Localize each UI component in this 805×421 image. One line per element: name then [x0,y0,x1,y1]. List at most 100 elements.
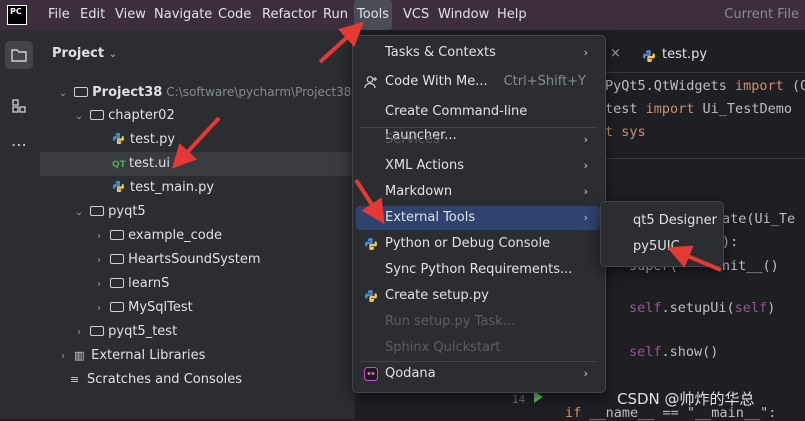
tree-row-test-py[interactable]: test.py [40,128,355,152]
code-token: self [629,344,662,360]
menu-run[interactable]: Run [323,0,348,30]
structure-icon[interactable] [5,92,33,120]
project-tree: ⌄ Project38 C:\software\pycharm\Project38… [40,80,355,392]
code-token: self [734,300,768,316]
menu-item-label: Python or Debug Console [385,236,551,251]
tree-label: learnS [128,276,170,291]
code-line: ): [722,234,739,250]
tree-row-mysqltest[interactable]: › MySqlTest [40,296,355,320]
tree-row-chapter02[interactable]: ⌄ chapter02 [40,104,355,128]
tree-path: C:\software\pycharm\Project38 [166,85,352,99]
folder-icon [74,87,89,97]
folder-icon [110,302,125,312]
menu-file[interactable]: File [48,0,70,30]
pycharm-logo-icon[interactable]: PC [7,5,27,25]
folder-icon [110,230,125,240]
chevron-right-icon: › [583,46,588,59]
menu-item-external-tools[interactable]: External Tools › [356,206,600,230]
python-file-icon [112,180,125,193]
qt-file-icon: QT [112,160,126,170]
menu-item-sync-requirements[interactable]: Sync Python Requirements... [356,258,600,282]
chevron-right-icon: › [97,231,101,242]
code-token: (Q [791,78,805,94]
menu-code[interactable]: Code [218,0,251,30]
submenu-item-label: qt5 Designer [633,213,717,228]
tree-label: test_main.py [130,180,215,195]
line-number: 14 [512,393,526,406]
code-line: self.setupUi(self) [629,300,775,316]
tree-row-pyqt5-test[interactable]: › pyqt5_test [40,320,355,344]
chevron-down-icon: ⌄ [58,88,68,99]
menu-item-markdown[interactable]: Markdown › [356,180,600,204]
menu-item-label: XML Actions [385,158,464,173]
menu-view[interactable]: View [115,0,146,30]
qodana-icon [364,367,378,381]
menu-item-shortcut: Ctrl+Shift+Y [503,74,586,89]
menu-help[interactable]: Help [497,0,527,30]
folder-icon[interactable] [5,41,33,69]
more-icon[interactable]: ⋯ [5,131,33,159]
close-tab-icon[interactable]: × [610,46,621,61]
menu-item-run-setup: Run setup.py Task... [356,310,600,334]
submenu-item-py5uic[interactable]: py5UIC [604,235,718,259]
chevron-right-icon: › [583,159,588,172]
menu-item-tasks-contexts[interactable]: Tasks & Contexts › [356,41,600,65]
menu-item-create-launcher[interactable]: Create Command-line Launcher... [356,100,600,143]
menu-item-xml-actions[interactable]: XML Actions › [356,154,600,178]
tree-label: chapter02 [108,108,175,123]
tree-row-test-ui[interactable]: QT test.ui [40,152,355,176]
tree-label: MySqlTest [128,300,193,315]
menu-navigate[interactable]: Navigate [154,0,212,30]
code-token: .setupUi( [661,300,735,316]
current-file-selector[interactable]: Current File [724,0,799,30]
menu-item-sphinx: Sphinx Quickstart [356,336,600,360]
chevron-right-icon: › [583,133,588,146]
menu-item-services: Services › [356,128,600,152]
python-file-icon [643,50,655,62]
menu-tools[interactable]: Tools [354,0,393,30]
code-token: self [629,300,662,316]
project-panel-title[interactable]: Project ⌄ [52,46,117,61]
tree-label: External Libraries [91,348,206,363]
tree-label: pyqt5 [108,204,146,219]
chevron-right-icon: › [97,279,101,290]
tree-row-external-libraries[interactable]: › ▥ External Libraries [40,344,355,368]
menu-item-qodana[interactable]: Qodana › [356,362,600,386]
python-file-icon [112,132,125,145]
menu-refactor[interactable]: Refactor [262,0,317,30]
tree-label: HeartsSoundSystem [128,252,261,267]
editor-tab-test-py[interactable]: test.py [662,47,707,62]
tree-row-learns[interactable]: › learnS [40,272,355,296]
tree-row-scratches[interactable]: ≡ Scratches and Consoles [40,368,355,392]
chevron-right-icon: › [61,351,65,362]
menu-vcs[interactable]: VCS [403,0,429,30]
code-line: t sys [605,124,646,140]
submenu-item-qt5-designer[interactable]: qt5 Designer [604,209,718,233]
menu-item-code-with-me[interactable]: Code With Me... Ctrl+Shift+Y [356,70,600,94]
menu-item-create-setup[interactable]: Create setup.py [356,284,600,308]
python-icon [365,238,377,250]
tree-label: Scratches and Consoles [87,372,243,387]
folder-icon [90,326,105,336]
code-token: import [645,101,695,117]
tree-row-heartssoundsystem[interactable]: › HeartsSoundSystem [40,248,355,272]
project-title-text: Project [52,46,105,61]
chevron-right-icon: › [77,327,81,338]
code-line: test import Ui_TestDemo [605,101,792,117]
menu-edit[interactable]: Edit [80,0,105,30]
code-token: Ui_TestDemo [694,101,792,117]
menu-window[interactable]: Window [438,0,489,30]
tree-label: Project38 [92,85,163,100]
tree-row-test-main-py[interactable]: test_main.py [40,176,355,200]
code-line: ate(Ui_Te [722,211,796,227]
menu-bar: PC File Edit View Navigate Code Refactor… [0,0,805,30]
tree-row-root[interactable]: ⌄ Project38 C:\software\pycharm\Project38 [40,80,355,104]
menu-item-python-console[interactable]: Python or Debug Console [356,232,600,256]
watermark-text: CSDN @帅炸的华总 [617,390,755,408]
tree-row-example-code[interactable]: › example_code [40,224,355,248]
folder-icon [90,206,105,216]
code-token: ) [767,300,776,316]
tree-row-pyqt5[interactable]: ⌄ pyqt5 [40,200,355,224]
scratches-icon: ≡ [70,373,80,386]
chevron-down-icon: ⌄ [108,49,117,60]
